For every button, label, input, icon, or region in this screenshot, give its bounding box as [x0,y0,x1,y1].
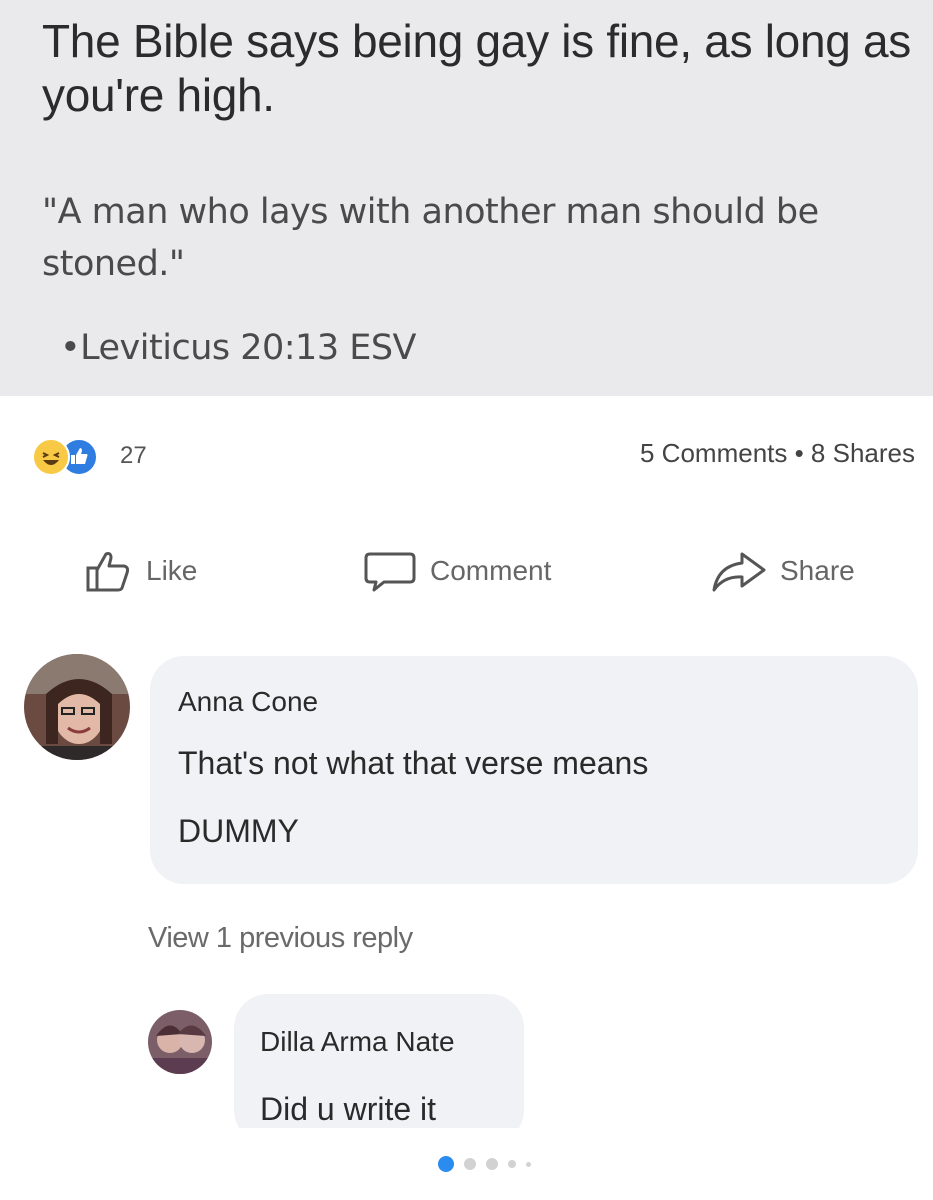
carousel-dot[interactable] [508,1160,516,1168]
like-label: Like [146,555,198,586]
carousel-dot-active[interactable] [438,1156,454,1172]
comment-author[interactable]: Anna Cone [178,686,318,718]
carousel-dot[interactable] [486,1158,498,1170]
comment-label: Comment [430,555,552,586]
comment-button[interactable]: Comment [362,548,551,594]
share-arrow-icon [712,552,766,592]
comment-bubble-icon [364,552,416,592]
post-citation: •Leviticus 20:13 ESV [60,328,417,368]
commenter-avatar[interactable] [24,654,130,760]
view-previous-reply-link[interactable]: View 1 previous reply [148,922,413,955]
carousel-dot[interactable] [526,1161,531,1167]
post-quote: "A man who lays with another man should … [42,192,819,284]
comment-bubble[interactable]: Anna Cone That's not what that verse mea… [150,656,918,884]
post-action-bar: Like Comment Share [0,540,933,610]
reply-author[interactable]: Dilla Arma Nate [260,1026,455,1058]
reply-avatar[interactable] [148,1010,212,1074]
thumbs-up-icon [86,552,130,592]
carousel-indicator[interactable] [438,1156,541,1172]
like-button[interactable]: Like [84,548,197,594]
reaction-count: 27 [120,442,147,469]
haha-reaction-icon [32,438,70,476]
carousel-dot[interactable] [464,1158,476,1170]
share-label: Share [780,555,855,586]
comment-text: That's not what that verse means [178,745,649,781]
comment-text-line2: DUMMY [178,813,299,849]
share-button[interactable]: Share [710,548,855,594]
comments-shares-count[interactable]: 5 Comments • 8 Shares [640,438,915,469]
reply-bubble[interactable]: Dilla Arma Nate Did u write it [234,994,524,1144]
post-image[interactable]: The Bible says being gay is fine, as lon… [0,0,933,396]
post-headline: The Bible says being gay is fine, as lon… [42,15,911,121]
